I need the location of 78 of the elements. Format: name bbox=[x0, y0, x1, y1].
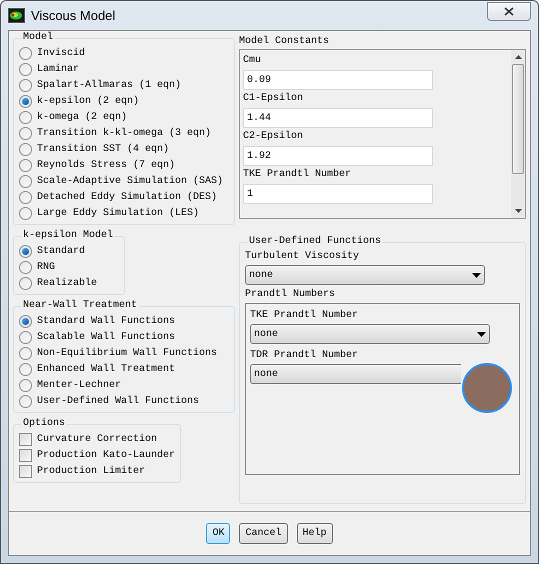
group-title: Model bbox=[22, 31, 54, 45]
dropdown[interactable]: none bbox=[250, 364, 461, 384]
input-field[interactable]: 0.09 bbox=[243, 70, 433, 90]
group-title: Options bbox=[22, 417, 66, 431]
input-field[interactable]: 1.92 bbox=[243, 146, 433, 166]
radio-label: Inviscid bbox=[37, 46, 86, 60]
radio-label: Standard Wall Functions bbox=[37, 314, 176, 328]
group-title: Prandtl Numbers bbox=[245, 288, 336, 302]
radio-label: Large Eddy Simulation (LES) bbox=[37, 206, 200, 220]
field-label: TDR Prandtl Number bbox=[250, 348, 360, 363]
field-label: TKE Prandtl Number bbox=[250, 308, 360, 323]
radio-label: Non-Equilibrium Wall Functions bbox=[37, 346, 218, 360]
close-icon bbox=[504, 7, 514, 16]
close-button[interactable] bbox=[487, 2, 531, 21]
checkbox-label: Production Limiter bbox=[37, 464, 146, 478]
radio-button[interactable] bbox=[19, 260, 32, 274]
radio-button[interactable] bbox=[19, 244, 32, 258]
radio-button[interactable] bbox=[19, 330, 32, 344]
caret-icon bbox=[477, 332, 486, 336]
radio-label: Enhanced Wall Treatment bbox=[37, 362, 176, 376]
input-field[interactable]: 1 bbox=[243, 184, 433, 204]
radio-button[interactable] bbox=[19, 158, 32, 172]
radio-label: Spalart-Allmaras (1 eqn) bbox=[37, 78, 182, 92]
radio-label: Laminar bbox=[37, 62, 80, 76]
radio-label: k-omega (2 eqn) bbox=[37, 110, 128, 124]
dialog-button[interactable]: Cancel bbox=[239, 523, 288, 544]
dropdown[interactable]: none bbox=[245, 265, 485, 285]
radio-label: Transition k-kl-omega (3 eqn) bbox=[37, 126, 212, 140]
radio-button[interactable] bbox=[19, 378, 32, 392]
radio-button[interactable] bbox=[19, 174, 32, 188]
radio-button[interactable] bbox=[19, 314, 32, 328]
group-title: k-epsilon Model bbox=[22, 229, 114, 243]
field-label: C1-Epsilon bbox=[243, 92, 304, 106]
radio-button[interactable] bbox=[19, 394, 32, 408]
radio-button[interactable] bbox=[19, 190, 32, 204]
radio-label: Realizable bbox=[37, 276, 98, 290]
radio-button[interactable] bbox=[19, 46, 32, 60]
radio-button[interactable] bbox=[19, 126, 32, 140]
section-title: Model Constants bbox=[239, 35, 330, 49]
radio-label: Detached Eddy Simulation (DES) bbox=[37, 190, 218, 204]
radio-button[interactable] bbox=[19, 94, 32, 108]
radio-label: Scale-Adaptive Simulation (SAS) bbox=[37, 174, 224, 188]
checkbox[interactable] bbox=[19, 432, 32, 446]
radio-button[interactable] bbox=[19, 142, 32, 156]
checkbox-label: Production Kato-Launder bbox=[37, 448, 176, 462]
radio-label: User-Defined Wall Functions bbox=[37, 394, 200, 408]
field-label: TKE Prandtl Number bbox=[243, 168, 352, 182]
radio-button[interactable] bbox=[19, 62, 32, 76]
radio-label: Standard bbox=[37, 244, 86, 258]
caret-icon bbox=[472, 272, 481, 278]
input-field[interactable]: 1.44 bbox=[243, 108, 433, 128]
group-title: User-Defined Functions bbox=[248, 235, 382, 249]
radio-button[interactable] bbox=[19, 346, 32, 360]
radio-label: k-epsilon (2 eqn) bbox=[37, 94, 140, 108]
checkbox-label: Curvature Correction bbox=[37, 432, 158, 446]
dialog-button[interactable]: Help bbox=[296, 523, 333, 544]
field-label: Turbulent Viscosity bbox=[245, 250, 360, 264]
radio-label: RNG bbox=[37, 260, 56, 274]
radio-label: Reynolds Stress (7 eqn) bbox=[37, 158, 176, 172]
group-title: Near-Wall Treatment bbox=[22, 299, 138, 313]
field-label: Cmu bbox=[243, 54, 262, 68]
radio-button[interactable] bbox=[19, 78, 32, 92]
checkbox[interactable] bbox=[19, 448, 32, 462]
radio-label: Menter-Lechner bbox=[37, 378, 122, 392]
radio-button[interactable] bbox=[19, 206, 32, 220]
radio-button[interactable] bbox=[19, 110, 32, 124]
radio-button[interactable] bbox=[19, 362, 32, 376]
dialog-button[interactable]: OK bbox=[206, 523, 230, 544]
dropdown[interactable]: none bbox=[250, 324, 490, 344]
scroll-thumb[interactable] bbox=[512, 64, 524, 174]
checkbox[interactable] bbox=[19, 464, 32, 478]
radio-button[interactable] bbox=[19, 276, 32, 290]
radio-label: Scalable Wall Functions bbox=[37, 330, 176, 344]
app-logo-icon bbox=[8, 8, 25, 23]
field-label: C2-Epsilon bbox=[243, 130, 304, 144]
window-title: Viscous Model bbox=[31, 6, 116, 25]
scrollbar[interactable] bbox=[511, 50, 525, 218]
radio-label: Transition SST (4 eqn) bbox=[37, 142, 170, 156]
